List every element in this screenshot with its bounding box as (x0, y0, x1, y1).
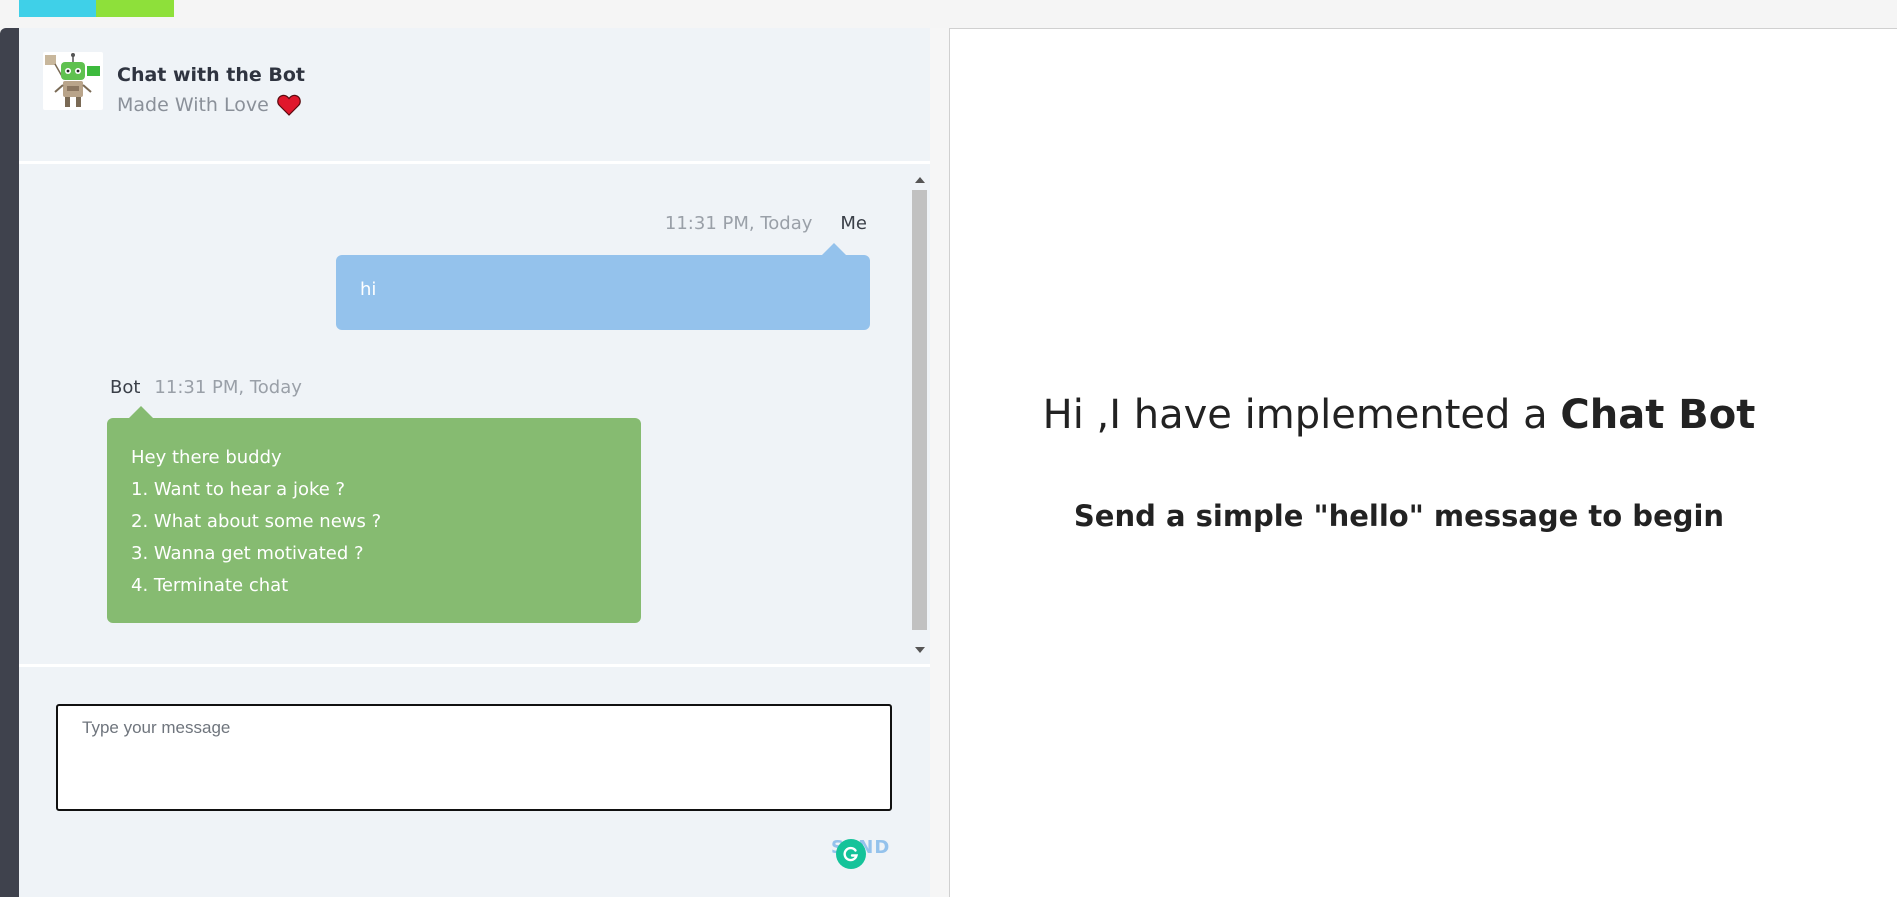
message-sender: Bot (110, 377, 141, 398)
browser-top-strip (0, 0, 1897, 28)
message-time: 11:31 PM, Today (664, 213, 813, 234)
chat-header: Chat with the Bot Made With Love (19, 28, 930, 164)
message-line: 1. Want to hear a joke ? (131, 479, 346, 500)
intro-title-text: Hi ,I have implemented a (1042, 392, 1561, 438)
grammarly-icon[interactable] (836, 839, 866, 869)
message-line: 2. What about some news ? (131, 511, 382, 532)
intro-subtitle: Send a simple "hello" message to begin (1073, 499, 1725, 533)
message-composer: SEND (19, 667, 930, 897)
message-input[interactable] (56, 704, 892, 811)
message-line: 4. Terminate chat (131, 575, 289, 596)
intro-title-bold: Chat Bot (1560, 392, 1756, 438)
chat-title: Chat with the Bot (117, 64, 306, 86)
chat-subtitle: Made With Love (117, 94, 301, 116)
thumbnail-image (96, 0, 174, 17)
scroll-down-arrow-icon[interactable] (915, 647, 925, 653)
my-message-bubble: hi (336, 243, 870, 330)
message-meta-bot: Bot 11:31 PM, Today (110, 377, 302, 398)
chat-history[interactable]: 11:31 PM, Today Me hi Bot 11:31 PM, Toda… (19, 167, 930, 659)
message-meta-me: 11:31 PM, Today Me (665, 213, 867, 234)
chat-panel: Chat with the Bot Made With Love 11:31 P… (19, 28, 930, 897)
heart-icon (277, 94, 301, 116)
message-line: 3. Wanna get motivated ? (131, 543, 364, 564)
scrollbar-thumb[interactable] (912, 190, 927, 630)
message-time: 11:31 PM, Today (154, 377, 302, 398)
chat-subtitle-text: Made With Love (117, 94, 269, 116)
message-line: Hey there buddy (131, 447, 282, 468)
scroll-up-arrow-icon[interactable] (915, 177, 925, 183)
message-sender: Me (840, 213, 867, 234)
bot-message-bubble: Hey there buddy 1. Want to hear a joke ?… (107, 406, 641, 623)
intro-title: Hi ,I have implemented a Chat Bot (950, 392, 1848, 438)
thumbnail-image (19, 0, 96, 17)
robot-icon (43, 52, 103, 110)
message-text: hi (360, 279, 377, 300)
chat-scrollbar[interactable] (911, 173, 928, 657)
intro-panel: Hi ,I have implemented a Chat Bot Send a… (949, 28, 1897, 897)
